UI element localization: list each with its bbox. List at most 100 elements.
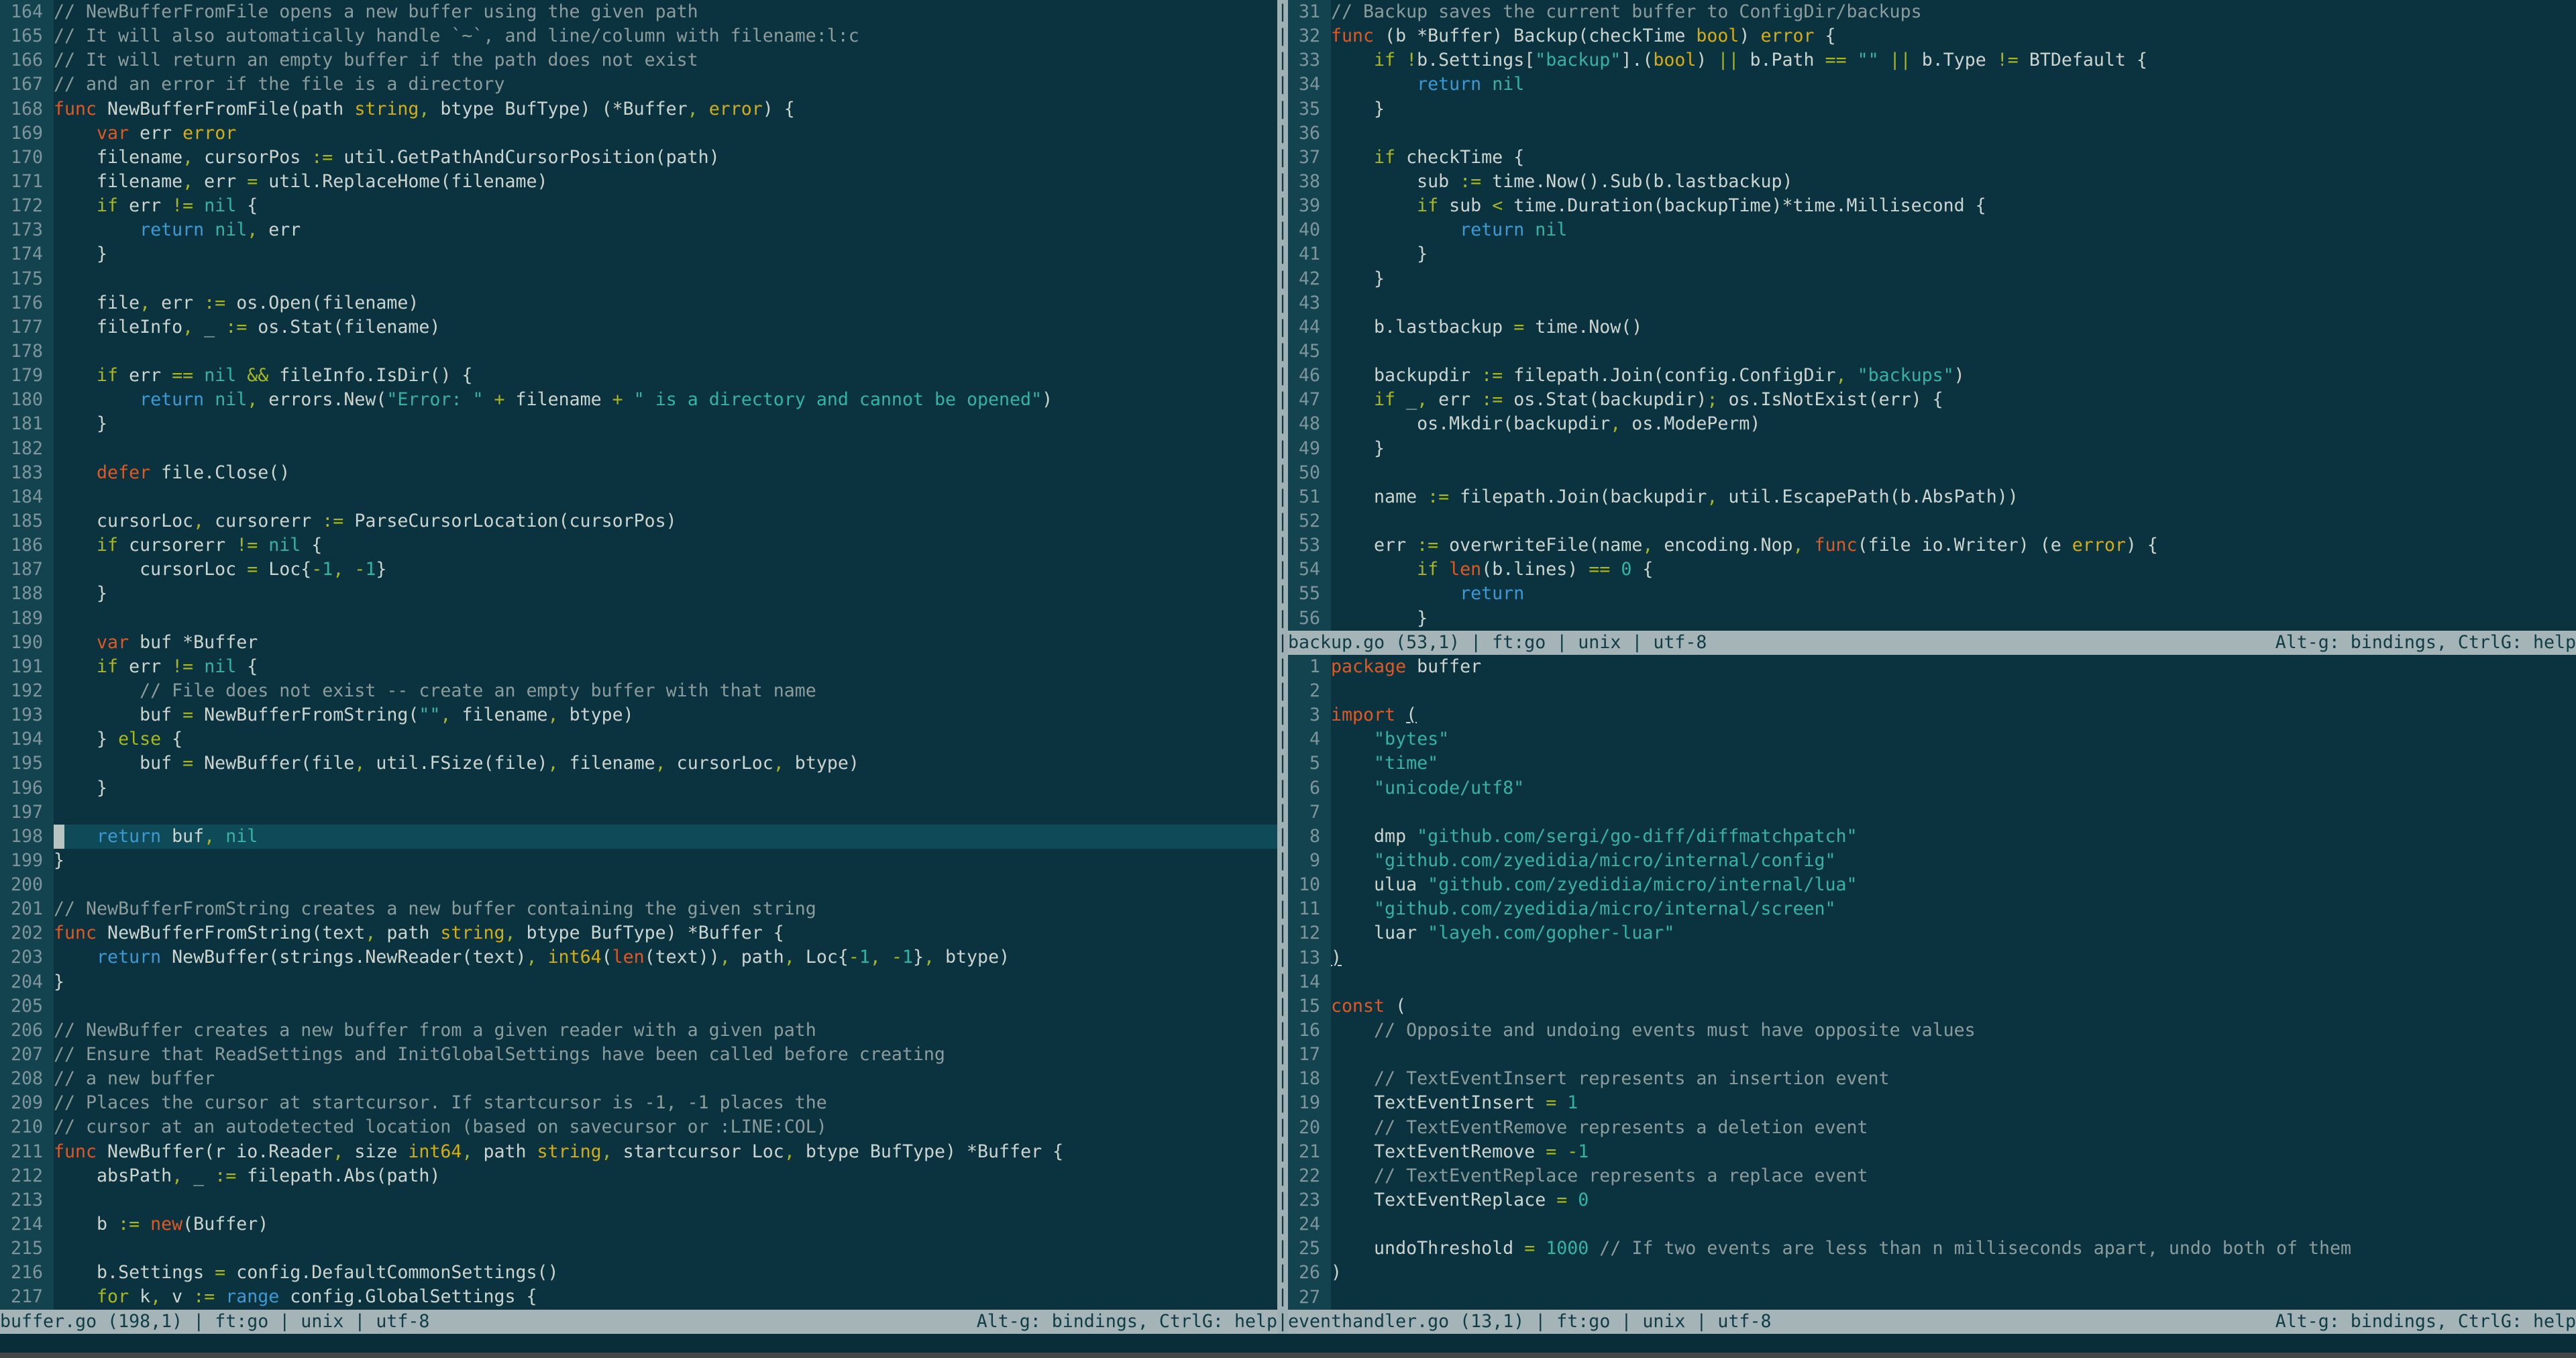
- code-line[interactable]: 7: [1288, 800, 2576, 825]
- code-line[interactable]: 35 }: [1288, 97, 2576, 121]
- code-line[interactable]: 179 if err == nil && fileInfo.IsDir() {: [0, 364, 1277, 388]
- code-line[interactable]: 193 buf = NewBufferFromString("", filena…: [0, 703, 1277, 728]
- editor-pane-backup-go[interactable]: 31// Backup saves the current buffer to …: [1288, 0, 2576, 631]
- code-line[interactable]: 34 return nil: [1288, 72, 2576, 97]
- code-line[interactable]: 43: [1288, 291, 2576, 315]
- code-line[interactable]: 33 if !b.Settings["backup"].(bool) || b.…: [1288, 48, 2576, 73]
- code-line[interactable]: 44 b.lastbackup = time.Now(): [1288, 315, 2576, 340]
- code-line[interactable]: 181 }: [0, 412, 1277, 437]
- code-line[interactable]: 18 // TextEventInsert represents an inse…: [1288, 1067, 2576, 1092]
- code-line[interactable]: 11 "github.com/zyedidia/micro/internal/s…: [1288, 897, 2576, 922]
- code-line[interactable]: 9 "github.com/zyedidia/micro/internal/co…: [1288, 848, 2576, 874]
- code-line[interactable]: 4 "bytes": [1288, 727, 2576, 752]
- code-line[interactable]: 214 b := new(Buffer): [0, 1212, 1277, 1237]
- code-line[interactable]: 185 cursorLoc, cursorerr := ParseCursorL…: [0, 509, 1277, 534]
- code-line[interactable]: 217 for k, v := range config.GlobalSetti…: [0, 1285, 1277, 1310]
- code-line[interactable]: 32 func (b *Buffer) Backup(checkTime bool…: [1288, 24, 2576, 49]
- code-line[interactable]: 197: [0, 800, 1277, 825]
- code-line[interactable]: 10 ulua "github.com/zyedidia/micro/inter…: [1288, 873, 2576, 898]
- code-line[interactable]: 190 var buf *Buffer: [0, 630, 1277, 655]
- code-line[interactable]: 39 if sub < time.Duration(backupTime)*ti…: [1288, 194, 2576, 219]
- code-line[interactable]: 206// NewBuffer creates a new buffer fro…: [0, 1018, 1277, 1043]
- code-line[interactable]: 203 return NewBuffer(strings.NewReader(t…: [0, 945, 1277, 970]
- code-line[interactable]: 56 }: [1288, 606, 2576, 631]
- code-line[interactable]: 41 }: [1288, 242, 2576, 267]
- code-line[interactable]: 50: [1288, 460, 2576, 485]
- code-line[interactable]: 169 var err error: [0, 121, 1277, 146]
- code-line[interactable]: 164// NewBufferFromFile opens a new buff…: [0, 0, 1277, 25]
- code-line[interactable]: 31// Backup saves the current buffer to …: [1288, 0, 2576, 25]
- code-line[interactable]: 3 import (: [1288, 703, 2576, 728]
- editor-pane-buffer-go[interactable]: 164// NewBufferFromFile opens a new buff…: [0, 0, 1277, 1310]
- code-line[interactable]: 14: [1288, 970, 2576, 994]
- code-line[interactable]: 48 os.Mkdir(backupdir, os.ModePerm): [1288, 412, 2576, 437]
- code-line[interactable]: 205: [0, 994, 1277, 1018]
- code-line[interactable]: 54 if len(b.lines) == 0 {: [1288, 558, 2576, 582]
- code-line[interactable]: 213: [0, 1188, 1277, 1213]
- code-line[interactable]: 6 "unicode/utf8": [1288, 776, 2576, 800]
- code-line[interactable]: 167// and an error if the file is a dire…: [0, 72, 1277, 97]
- code-line[interactable]: 199}: [0, 848, 1277, 874]
- code-line[interactable]: 8 dmp "github.com/sergi/go-diff/diffmatc…: [1288, 824, 2576, 849]
- code-line[interactable]: 21 TextEventRemove = -1: [1288, 1139, 2576, 1164]
- code-line[interactable]: 166// It will return an empty buffer if …: [0, 48, 1277, 73]
- code-line[interactable]: 178: [0, 339, 1277, 364]
- code-line[interactable]: 188 }: [0, 582, 1277, 607]
- code-line[interactable]: 17: [1288, 1043, 2576, 1067]
- code-line[interactable]: 198 return buf, nil: [0, 824, 1277, 849]
- code-line[interactable]: 16 // Opposite and undoing events must h…: [1288, 1018, 2576, 1043]
- code-line[interactable]: 174 }: [0, 242, 1277, 267]
- code-line[interactable]: 215: [0, 1237, 1277, 1261]
- code-line[interactable]: 187 cursorLoc = Loc{-1, -1}: [0, 558, 1277, 582]
- code-line[interactable]: 170 filename, cursorPos := util.GetPathA…: [0, 145, 1277, 170]
- code-line[interactable]: 191 if err != nil {: [0, 654, 1277, 679]
- code-line[interactable]: 13): [1288, 945, 2576, 970]
- code-line[interactable]: 27: [1288, 1285, 2576, 1310]
- code-line[interactable]: 23 TextEventReplace = 0: [1288, 1188, 2576, 1213]
- code-line[interactable]: 194 } else {: [0, 727, 1277, 752]
- code-line[interactable]: 176 file, err := os.Open(filename): [0, 291, 1277, 315]
- code-line[interactable]: 212 absPath, _ := filepath.Abs(path): [0, 1163, 1277, 1188]
- code-line[interactable]: 208// a new buffer: [0, 1067, 1277, 1092]
- code-line[interactable]: 189: [0, 606, 1277, 631]
- code-line[interactable]: 47 if _, err := os.Stat(backupdir); os.I…: [1288, 388, 2576, 413]
- code-line[interactable]: 55 return: [1288, 582, 2576, 607]
- code-line[interactable]: 36: [1288, 121, 2576, 146]
- code-line[interactable]: 201// NewBufferFromString creates a new …: [0, 897, 1277, 922]
- code-line[interactable]: 211 func NewBuffer(r io.Reader, size int6…: [0, 1139, 1277, 1164]
- code-line[interactable]: 165// It will also automatically handle …: [0, 24, 1277, 49]
- code-line[interactable]: 192 // File does not exist -- create an …: [0, 678, 1277, 704]
- code-line[interactable]: 53 err := overwriteFile(name, encoding.N…: [1288, 533, 2576, 558]
- code-line[interactable]: 168 func NewBufferFromFile(path string, b…: [0, 97, 1277, 121]
- code-line[interactable]: 51 name := filepath.Join(backupdir, util…: [1288, 484, 2576, 509]
- code-line[interactable]: 49 }: [1288, 436, 2576, 461]
- code-line[interactable]: 184: [0, 484, 1277, 509]
- pane-divider[interactable]: | | | | | | | | | | | | | | | | | | | | | | | | | | | | | | | | | | | | | | | |…: [1277, 0, 1288, 1334]
- code-line[interactable]: 186 if cursorerr != nil {: [0, 533, 1277, 558]
- code-line[interactable]: 38 sub := time.Now().Sub(b.lastbackup): [1288, 169, 2576, 195]
- code-line[interactable]: 19 TextEventInsert = 1: [1288, 1091, 2576, 1116]
- code-line[interactable]: 2: [1288, 678, 2576, 704]
- code-line[interactable]: 24: [1288, 1212, 2576, 1237]
- code-line[interactable]: 175: [0, 266, 1277, 291]
- code-line[interactable]: 5 "time": [1288, 751, 2576, 776]
- code-line[interactable]: 26): [1288, 1261, 2576, 1286]
- code-line[interactable]: 42 }: [1288, 266, 2576, 291]
- code-line[interactable]: 182: [0, 436, 1277, 461]
- code-line[interactable]: 202 func NewBufferFromString(text, path s…: [0, 921, 1277, 946]
- code-line[interactable]: 171 filename, err = util.ReplaceHome(fil…: [0, 169, 1277, 195]
- code-line[interactable]: 52: [1288, 509, 2576, 534]
- code-line[interactable]: 40 return nil: [1288, 218, 2576, 243]
- editor-pane-eventhandler-go[interactable]: 1 package buffer 2 3 import (4 "bytes" 5 "tim…: [1288, 654, 2576, 1310]
- code-line[interactable]: 22 // TextEventReplace represents a repl…: [1288, 1163, 2576, 1188]
- code-line[interactable]: 180 return nil, errors.New("Error: " + f…: [0, 388, 1277, 413]
- code-line[interactable]: 172 if err != nil {: [0, 194, 1277, 219]
- code-line[interactable]: 12 luar "layeh.com/gopher-luar": [1288, 921, 2576, 946]
- code-line[interactable]: 15 const (: [1288, 994, 2576, 1018]
- code-line[interactable]: 177 fileInfo, _ := os.Stat(filename): [0, 315, 1277, 340]
- code-line[interactable]: 200: [0, 873, 1277, 898]
- code-line[interactable]: 1 package buffer: [1288, 654, 2576, 679]
- code-line[interactable]: 37 if checkTime {: [1288, 145, 2576, 170]
- code-line[interactable]: 20 // TextEventRemove represents a delet…: [1288, 1115, 2576, 1140]
- code-line[interactable]: 195 buf = NewBuffer(file, util.FSize(fil…: [0, 751, 1277, 776]
